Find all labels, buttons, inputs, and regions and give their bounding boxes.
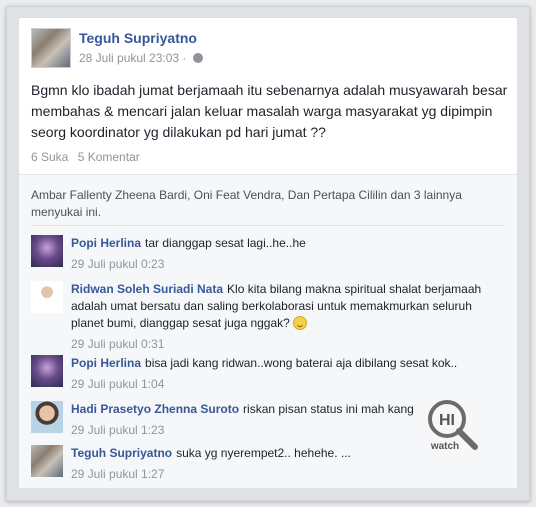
hiwatch-watermark-logo: HI watch [428, 400, 478, 451]
comment-text: riskan pisan status ini mah kang [243, 402, 414, 416]
commenter-avatar[interactable] [31, 235, 63, 267]
smile-emoji-icon [293, 316, 308, 330]
likes-summary[interactable]: Ambar Fallenty Zheena Bardi, Oni Feat Ve… [31, 187, 501, 221]
divider [31, 225, 505, 226]
author-name-link[interactable]: Teguh Supriyatno [79, 30, 197, 46]
comment-text: tar dianggap sesat lagi..he..he [145, 236, 306, 250]
post-timestamp[interactable]: 28 Juli pukul 23:03 · [79, 51, 186, 65]
post-text: Bgmn klo ibadah jumat berjamaah itu sebe… [31, 82, 508, 140]
comment-text: bisa jadi kang ridwan..wong baterai aja … [145, 356, 458, 370]
watermark-line1: HI [439, 412, 455, 429]
comment-body: Popi Herlina tar dianggap sesat lagi..he.… [71, 235, 507, 273]
comments-count-link[interactable]: 5 Komentar [78, 150, 140, 164]
watermark-line2: watch [430, 441, 459, 451]
likes-count-link[interactable]: 6 Suka [31, 150, 68, 164]
comment-time[interactable]: 29 Juli pukul 1:27 [71, 466, 507, 483]
comment-body: Popi Herlina bisa jadi kang ridwan..wong … [71, 355, 507, 393]
commenter-name[interactable]: Teguh Supriyatno [71, 446, 172, 460]
globe-icon [192, 53, 203, 63]
comment-time[interactable]: 29 Juli pukul 0:31 [71, 336, 507, 353]
comment-body: Ridwan Soleh Suriadi Nata Klo kita bilang… [71, 281, 507, 353]
comment-time[interactable]: 29 Juli pukul 0:23 [71, 256, 507, 273]
commenter-avatar[interactable] [31, 401, 63, 433]
author-avatar[interactable] [31, 28, 71, 68]
commenter-name[interactable]: Ridwan Soleh Suriadi Nata [71, 282, 223, 296]
commenter-name[interactable]: Hadi Prasetyo Zhenna Suroto [71, 402, 239, 416]
comment-time[interactable]: 29 Juli pukul 1:04 [71, 376, 507, 393]
commenter-name[interactable]: Popi Herlina [71, 356, 141, 370]
comment-text: suka yg nyerempet2.. hehehe. ... [176, 446, 351, 460]
post-meta: 28 Juli pukul 23:03 · [79, 51, 203, 65]
commenter-avatar[interactable] [31, 281, 63, 313]
commenter-avatar[interactable] [31, 445, 63, 477]
post-stats: 6 Suka 5 Komentar [31, 150, 146, 164]
commenter-name[interactable]: Popi Herlina [71, 236, 141, 250]
commenter-avatar[interactable] [31, 355, 63, 387]
